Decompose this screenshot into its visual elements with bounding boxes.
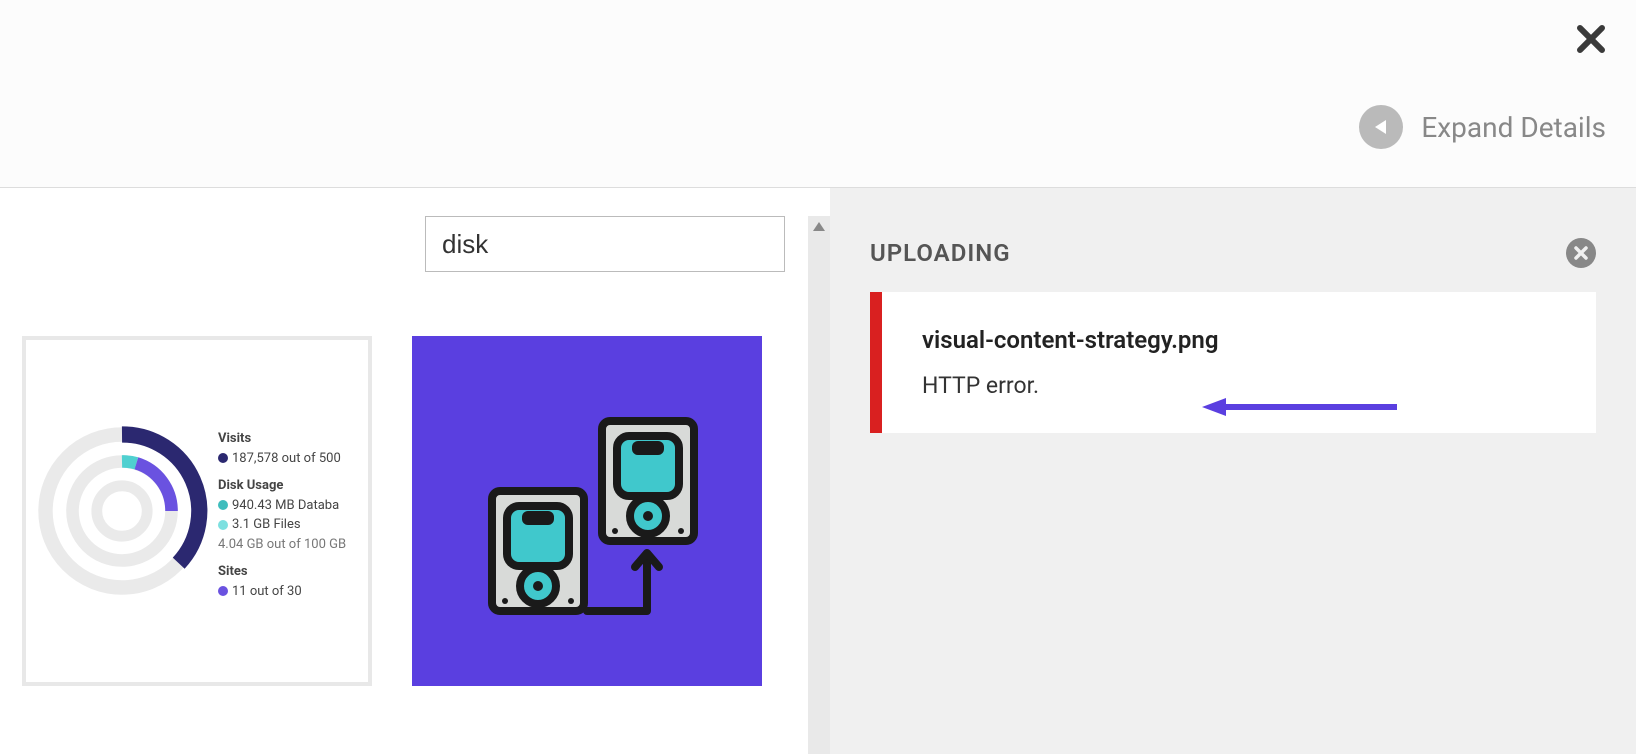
- upload-section-title: UPLOADING: [870, 239, 1011, 267]
- search-input[interactable]: [425, 216, 785, 272]
- media-browser: Visits 187,578 out of 500 Disk Usage 940…: [0, 188, 830, 754]
- disk-transfer-icon: [457, 381, 717, 641]
- expand-details-button[interactable]: Expand Details: [1359, 105, 1606, 149]
- thumbnail-grid: Visits 187,578 out of 500 Disk Usage 940…: [22, 336, 762, 686]
- close-icon: [1576, 24, 1606, 54]
- upload-item: visual-content-strategy.png HTTP error.: [870, 292, 1596, 433]
- thumbnail-disk-icon[interactable]: [412, 336, 762, 686]
- thumbnail-stats: Visits 187,578 out of 500 Disk Usage 940…: [218, 421, 346, 601]
- upload-panel: UPLOADING visual-content-strategy.png HT…: [830, 188, 1636, 754]
- thumbnail-dashboard[interactable]: Visits 187,578 out of 500 Disk Usage 940…: [22, 336, 372, 686]
- close-icon: [1574, 246, 1588, 260]
- scrollbar[interactable]: [808, 216, 830, 754]
- donut-chart-icon: [32, 381, 212, 641]
- close-button[interactable]: [1576, 20, 1606, 62]
- chevron-left-icon: [1359, 105, 1403, 149]
- upload-header: UPLOADING: [870, 238, 1596, 268]
- top-bar: Expand Details: [0, 0, 1636, 188]
- dismiss-uploads-button[interactable]: [1566, 238, 1596, 268]
- expand-details-label: Expand Details: [1421, 111, 1606, 144]
- annotation-arrow-icon: [1202, 392, 1402, 422]
- content-area: Visits 187,578 out of 500 Disk Usage 940…: [0, 188, 1636, 754]
- upload-filename: visual-content-strategy.png: [922, 326, 1556, 354]
